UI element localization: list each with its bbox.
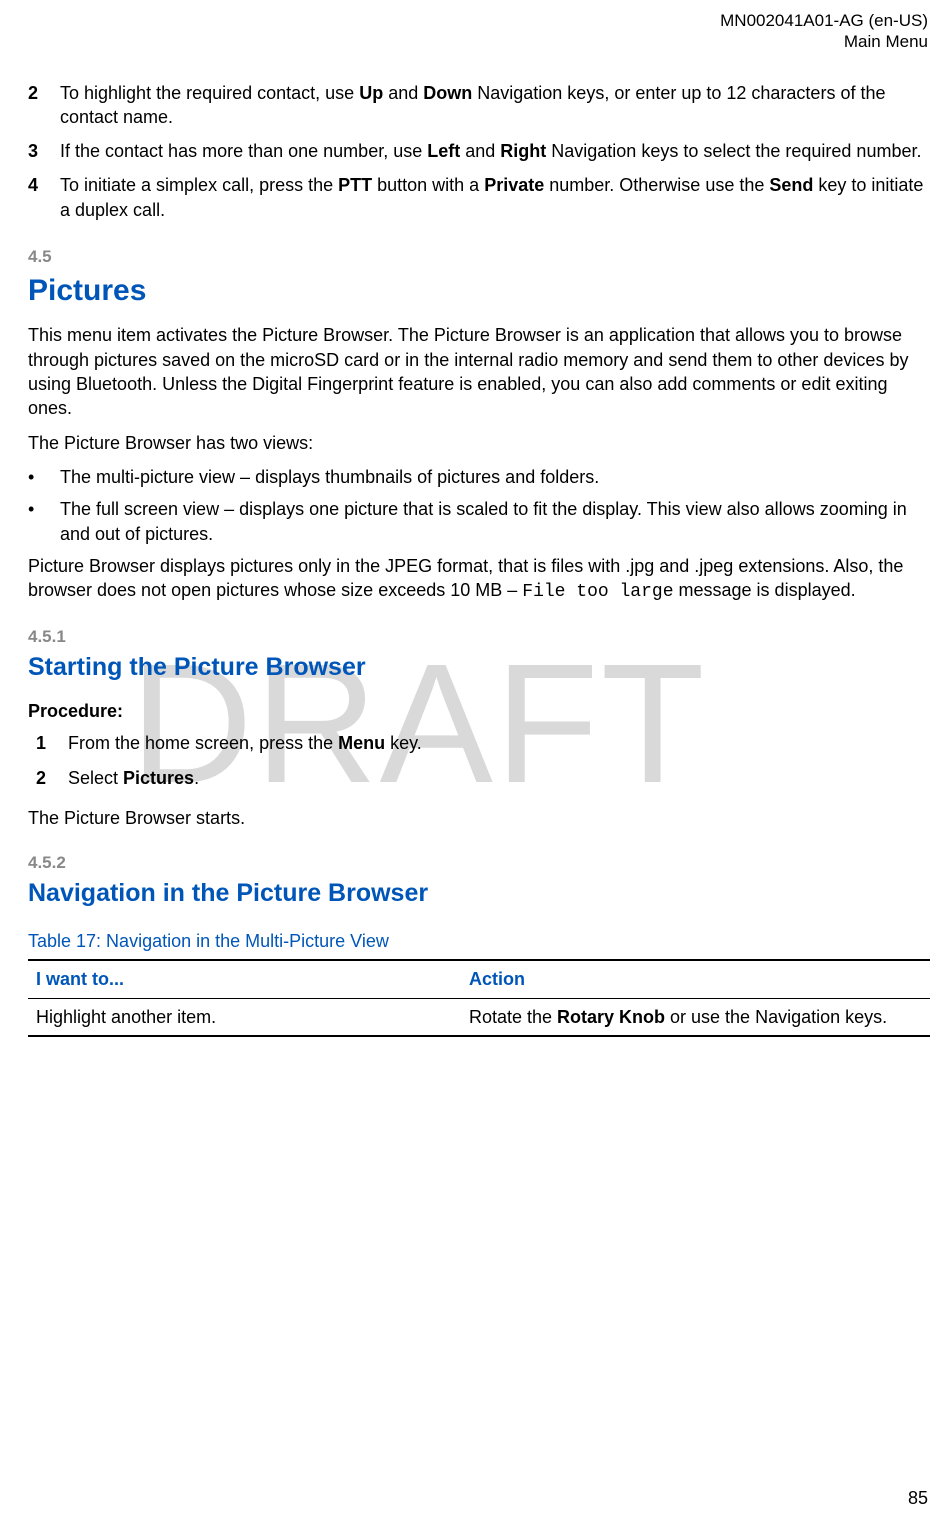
page-number: 85	[908, 1486, 928, 1510]
bullet-text: The full screen view – displays one pict…	[60, 497, 930, 546]
section-number: 4.5.1	[28, 626, 930, 649]
table-header: I want to...	[28, 960, 461, 998]
doc-section: Main Menu	[28, 31, 928, 52]
section-number: 4.5	[28, 246, 930, 269]
step-text: To initiate a simplex call, press the PT…	[60, 173, 930, 222]
step-text: From the home screen, press the Menu key…	[68, 731, 930, 755]
list-item: 2 To highlight the required contact, use…	[28, 81, 930, 130]
bullet-item: • The full screen view – displays one pi…	[28, 497, 930, 546]
list-item: 1 From the home screen, press the Menu k…	[36, 731, 930, 755]
table-cell: Highlight another item.	[28, 998, 461, 1036]
step-text: To highlight the required contact, use U…	[60, 81, 930, 130]
procedure-label: Procedure:	[28, 699, 930, 723]
section-number: 4.5.2	[28, 852, 930, 875]
step-number: 1	[36, 731, 68, 755]
step-number: 2	[36, 766, 68, 790]
paragraph: The Picture Browser starts.	[28, 806, 930, 830]
table-cell: Rotate the Rotary Knob or use the Naviga…	[461, 998, 930, 1036]
bullet-item: • The multi-picture view – displays thum…	[28, 465, 930, 489]
section-title: Navigation in the Picture Browser	[28, 877, 930, 911]
list-item: 2 Select Pictures.	[36, 766, 930, 790]
step-number: 3	[28, 139, 60, 163]
step-number: 2	[28, 81, 60, 130]
step-number: 4	[28, 173, 60, 222]
page-header: MN002041A01-AG (en-US) Main Menu	[28, 10, 930, 53]
bullet-icon: •	[28, 465, 60, 489]
bullet-text: The multi-picture view – displays thumbn…	[60, 465, 930, 489]
doc-id: MN002041A01-AG (en-US)	[28, 10, 928, 31]
step-text: If the contact has more than one number,…	[60, 139, 930, 163]
step-text: Select Pictures.	[68, 766, 930, 790]
paragraph: This menu item activates the Picture Bro…	[28, 323, 930, 420]
procedure-steps-list: 1 From the home screen, press the Menu k…	[28, 731, 930, 790]
top-steps-list: 2 To highlight the required contact, use…	[28, 81, 930, 222]
table-row: Highlight another item. Rotate the Rotar…	[28, 998, 930, 1036]
navigation-table: I want to... Action Highlight another it…	[28, 959, 930, 1037]
table-header: Action	[461, 960, 930, 998]
list-item: 4 To initiate a simplex call, press the …	[28, 173, 930, 222]
section-title: Pictures	[28, 271, 930, 312]
list-item: 3 If the contact has more than one numbe…	[28, 139, 930, 163]
section-title: Starting the Picture Browser	[28, 651, 930, 685]
bullet-icon: •	[28, 497, 60, 546]
paragraph: Picture Browser displays pictures only i…	[28, 554, 930, 605]
paragraph: The Picture Browser has two views:	[28, 431, 930, 455]
table-title: Table 17: Navigation in the Multi-Pictur…	[28, 929, 930, 953]
